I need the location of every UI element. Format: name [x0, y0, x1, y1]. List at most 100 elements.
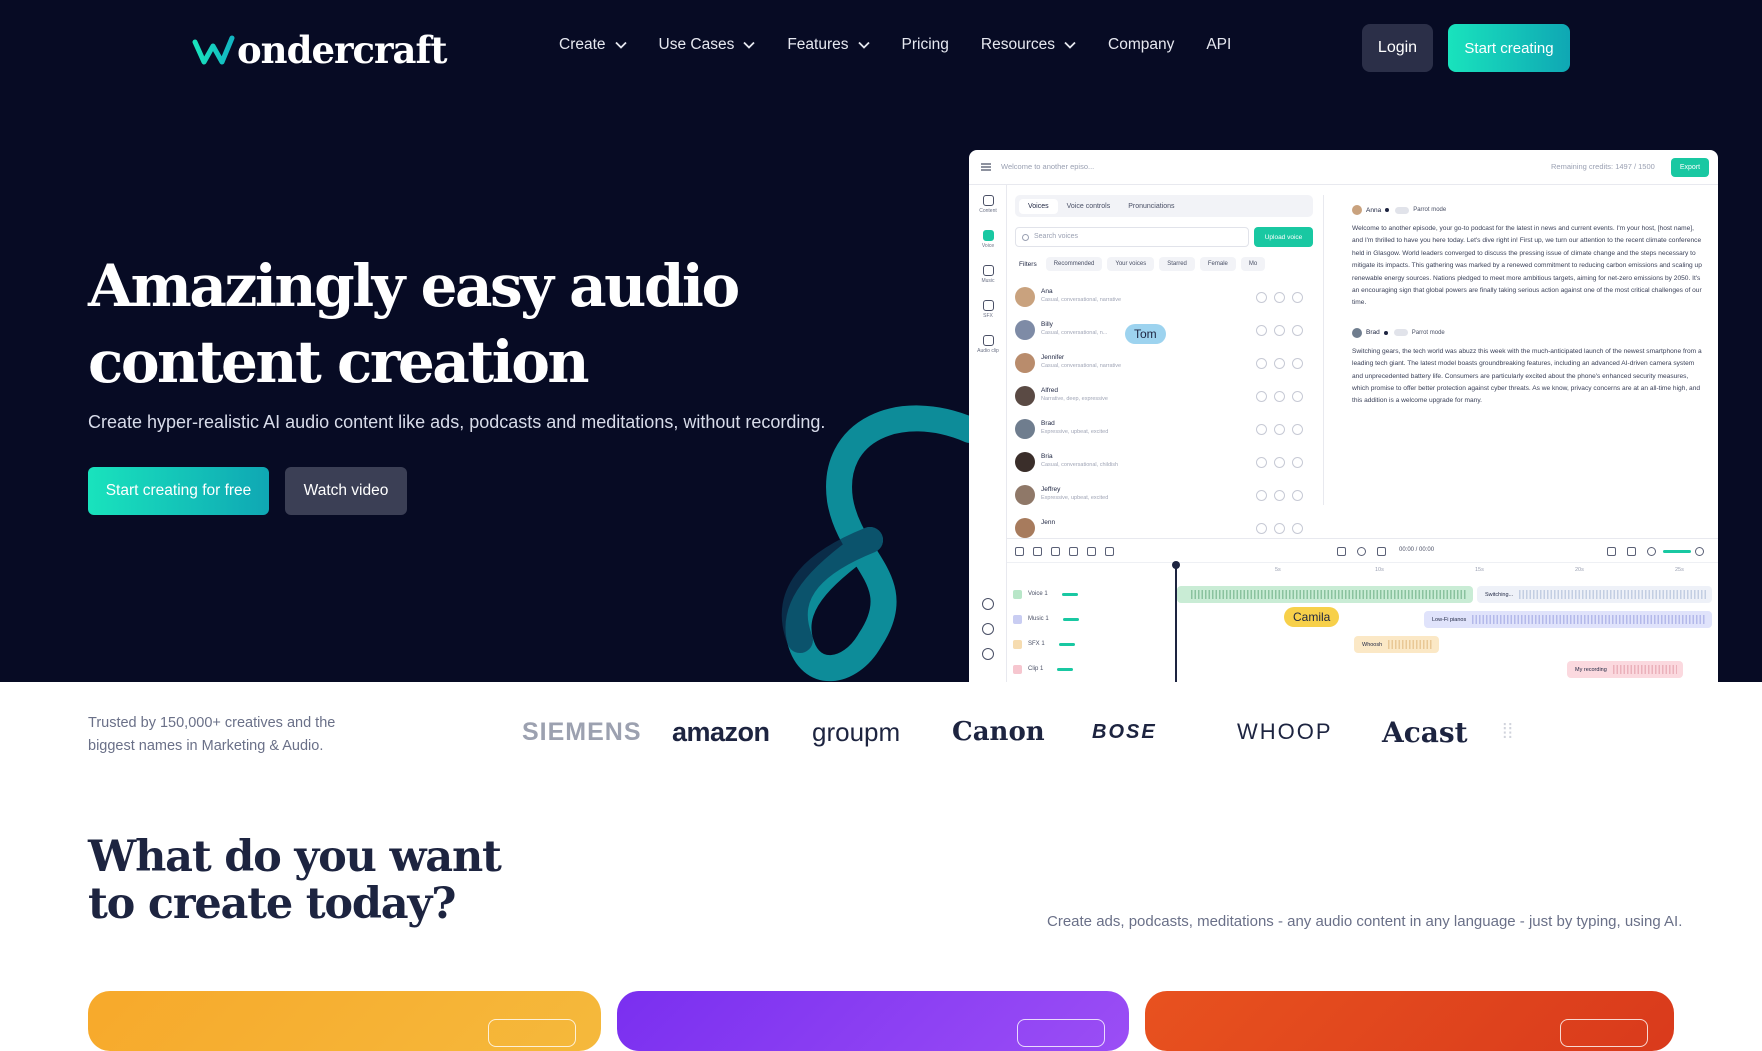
voice-clip-switching[interactable]: Switching... [1477, 586, 1712, 603]
speaker-name[interactable]: Brad [1366, 329, 1380, 336]
sidebar-item-sfx[interactable]: SFX [972, 300, 1004, 319]
voice-row[interactable]: Jeffrey Expressive, upbeat, excited [1015, 481, 1313, 514]
search-voices-input[interactable]: Search voices [1015, 227, 1249, 247]
nav-features[interactable]: Features [787, 36, 870, 54]
play-preview-icon[interactable] [1256, 358, 1267, 369]
star-icon[interactable] [1274, 457, 1285, 468]
tab-voices[interactable]: Voices [1019, 198, 1058, 214]
zoom-slider[interactable] [1663, 550, 1691, 553]
script-paragraph[interactable]: Switching gears, the tech world was abuz… [1352, 346, 1704, 408]
undo-icon[interactable] [1015, 547, 1024, 556]
star-icon[interactable] [1274, 523, 1285, 534]
play-icon[interactable] [1357, 547, 1366, 556]
music-clip[interactable]: Low-Fi pianos [1424, 611, 1712, 628]
filters-button[interactable]: Filters [1015, 261, 1037, 268]
sidebar-item-voice[interactable]: Voice [972, 230, 1004, 249]
filter-chip[interactable]: Mo [1240, 257, 1266, 271]
filter-chip[interactable]: Starred [1159, 257, 1195, 271]
track-sfx-1[interactable]: SFX 1 [1013, 633, 1123, 655]
play-preview-icon[interactable] [1256, 292, 1267, 303]
add-icon[interactable] [1292, 292, 1303, 303]
tab-pronunciations[interactable]: Pronunciations [1119, 199, 1183, 214]
loop-icon[interactable] [1607, 547, 1616, 556]
sidebar-item-audio-clip[interactable]: Audio clip [972, 335, 1004, 354]
add-icon[interactable] [1292, 358, 1303, 369]
add-icon[interactable] [1292, 391, 1303, 402]
sidebar-item-music[interactable]: Music [972, 265, 1004, 284]
volume-slider[interactable] [1062, 617, 1079, 621]
nav-resources[interactable]: Resources [981, 36, 1076, 54]
star-icon[interactable] [1274, 358, 1285, 369]
star-icon[interactable] [1274, 292, 1285, 303]
watch-video-button[interactable]: Watch video [285, 467, 407, 515]
sidebar-item-content[interactable]: Content [972, 195, 1004, 214]
add-icon[interactable] [1292, 457, 1303, 468]
voice-row[interactable]: Jennifer Casual, conversational, narrativ… [1015, 349, 1313, 382]
add-icon[interactable] [1292, 490, 1303, 501]
nav-pricing[interactable]: Pricing [902, 36, 949, 54]
chat-icon[interactable] [982, 623, 994, 635]
nav-company[interactable]: Company [1108, 36, 1174, 54]
skip-forward-icon[interactable] [1377, 547, 1386, 556]
login-button[interactable]: Login [1362, 24, 1433, 72]
skip-back-icon[interactable] [1337, 547, 1346, 556]
playhead-handle[interactable] [1172, 561, 1180, 569]
snap-icon[interactable] [1627, 547, 1636, 556]
nav-use-cases[interactable]: Use Cases [659, 36, 756, 54]
use-case-card-3[interactable] [1145, 991, 1674, 1051]
speaker-name[interactable]: Anna [1366, 207, 1381, 214]
upload-voice-button[interactable]: Upload voice [1254, 227, 1313, 247]
play-preview-icon[interactable] [1256, 523, 1267, 534]
play-preview-icon[interactable] [1256, 424, 1267, 435]
delete-icon[interactable] [1087, 547, 1096, 556]
start-creating-free-button[interactable]: Start creating for free [88, 467, 269, 515]
track-voice-1[interactable]: Voice 1 [1013, 583, 1123, 605]
nav-create[interactable]: Create [559, 36, 627, 54]
play-preview-icon[interactable] [1256, 325, 1267, 336]
use-case-card-2[interactable] [617, 991, 1129, 1051]
history-icon[interactable] [1033, 547, 1042, 556]
voice-row[interactable]: Bria Casual, conversational, childish [1015, 448, 1313, 481]
add-icon[interactable] [1292, 424, 1303, 435]
use-case-card-1[interactable] [88, 991, 601, 1051]
parrot-toggle[interactable] [1393, 329, 1408, 337]
download-icon[interactable] [1105, 547, 1114, 556]
script-paragraph[interactable]: Welcome to another episode, your go-to p… [1352, 223, 1704, 310]
recording-clip[interactable]: My recording [1567, 661, 1683, 678]
zoom-out-icon[interactable] [1647, 547, 1656, 556]
start-creating-button[interactable]: Start creating [1448, 24, 1570, 72]
help-icon[interactable] [982, 598, 994, 610]
star-icon[interactable] [1274, 424, 1285, 435]
add-icon[interactable] [1292, 523, 1303, 534]
track-clip-1[interactable]: Clip 1 [1013, 658, 1123, 680]
star-icon[interactable] [1274, 391, 1285, 402]
filter-chip[interactable]: Female [1199, 257, 1236, 271]
voice-row[interactable]: Ana Casual, conversational, narrative [1015, 283, 1313, 316]
filter-chip[interactable]: Recommended [1045, 257, 1103, 271]
settings-icon[interactable] [982, 648, 994, 660]
voice-row[interactable]: Alfred Narrative, deep, expressive [1015, 382, 1313, 415]
star-icon[interactable] [1274, 325, 1285, 336]
filter-chip[interactable]: Your voices [1107, 257, 1155, 271]
zoom-in-icon[interactable] [1695, 547, 1704, 556]
logo[interactable]: ondercraft [192, 28, 447, 72]
split-icon[interactable] [1051, 547, 1060, 556]
link-icon[interactable] [1069, 547, 1078, 556]
play-preview-icon[interactable] [1256, 490, 1267, 501]
parrot-toggle[interactable] [1395, 206, 1410, 214]
play-preview-icon[interactable] [1256, 391, 1267, 402]
voice-row[interactable]: Brad Expressive, upbeat, excited [1015, 415, 1313, 448]
star-icon[interactable] [1274, 490, 1285, 501]
track-music-1[interactable]: Music 1 [1013, 608, 1123, 630]
volume-slider[interactable] [1058, 642, 1075, 646]
tab-voice-controls[interactable]: Voice controls [1058, 199, 1120, 214]
sfx-clip[interactable]: Whoosh [1354, 636, 1439, 653]
volume-slider[interactable] [1057, 667, 1074, 671]
add-icon[interactable] [1292, 325, 1303, 336]
export-button[interactable]: Export [1671, 158, 1709, 177]
playhead[interactable] [1175, 563, 1177, 682]
volume-slider[interactable] [1061, 592, 1078, 596]
voice-clip[interactable] [1177, 586, 1473, 603]
play-preview-icon[interactable] [1256, 457, 1267, 468]
nav-api[interactable]: API [1206, 36, 1231, 54]
